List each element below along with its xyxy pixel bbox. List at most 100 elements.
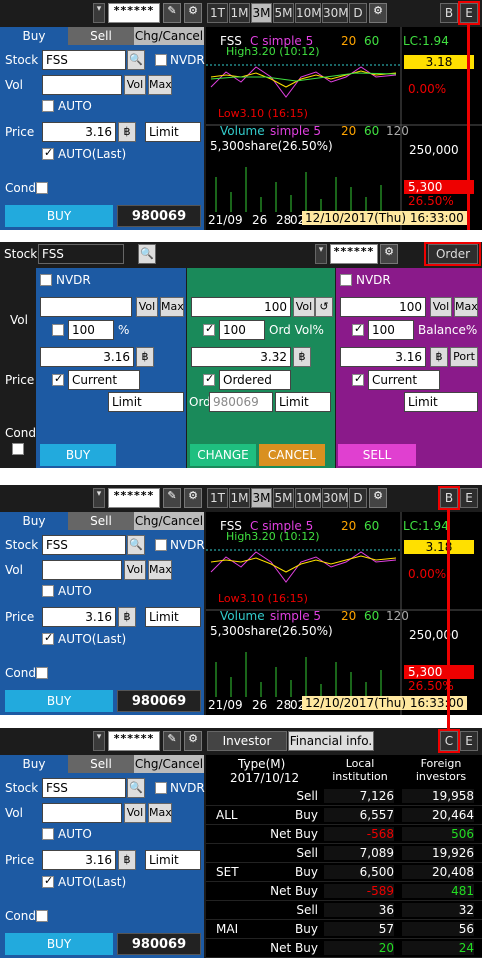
tf-d[interactable]: D <box>349 488 367 508</box>
search-icon[interactable]: 🔍 <box>127 778 145 798</box>
tab-chg-cancel[interactable]: Chg/Cancel <box>134 27 204 45</box>
tf-1t[interactable]: 1T <box>207 3 228 23</box>
password-field[interactable]: ****** <box>108 731 160 751</box>
cancel-button[interactable]: CANCEL <box>259 444 325 466</box>
auto-checkbox[interactable] <box>42 100 54 112</box>
settings-icon[interactable]: ⚙ <box>369 3 387 23</box>
search-icon[interactable]: 🔍 <box>127 50 145 70</box>
tf-30m[interactable]: 30M <box>322 3 349 23</box>
tf-5m[interactable]: 5M <box>273 3 294 23</box>
baht-icon[interactable]: ฿ <box>118 607 136 627</box>
chg-price-input[interactable]: 3.32 <box>191 347 291 367</box>
buy-price-input[interactable]: 3.16 <box>40 347 134 367</box>
tab-buy[interactable]: Buy <box>0 27 68 45</box>
tab-chg-cancel[interactable]: Chg/Cancel <box>134 755 204 773</box>
max-button[interactable]: Max <box>148 560 172 580</box>
nvdr-checkbox[interactable] <box>340 274 352 286</box>
price-input[interactable]: 3.16 <box>42 607 116 627</box>
e-button[interactable]: E <box>460 488 478 508</box>
limit-select[interactable]: Limit <box>275 392 331 412</box>
buy-button[interactable]: BUY <box>5 933 113 955</box>
tf-1m[interactable]: 1M <box>229 3 250 23</box>
tf-d[interactable]: D <box>349 3 367 23</box>
limit-select[interactable]: Limit <box>145 850 201 870</box>
chevron-down-icon[interactable]: ▾ <box>315 244 327 264</box>
vol-button[interactable]: Vol <box>293 297 315 317</box>
sell-vol-input[interactable]: 100 <box>340 297 426 317</box>
price-input[interactable]: 3.16 <box>42 122 116 142</box>
tab-chg-cancel[interactable]: Chg/Cancel <box>134 512 204 530</box>
port-button[interactable]: Port <box>450 347 478 367</box>
ordered-select[interactable]: Ordered <box>219 370 291 390</box>
limit-select[interactable]: Limit <box>145 607 201 627</box>
vol-button[interactable]: Vol <box>124 560 146 580</box>
nvdr-checkbox[interactable] <box>155 54 167 66</box>
buy-button[interactable]: BUY <box>40 444 116 466</box>
limit-select[interactable]: Limit <box>145 122 201 142</box>
cond-checkbox[interactable] <box>12 443 24 455</box>
vol-button[interactable]: Vol <box>430 297 452 317</box>
e-button[interactable]: E <box>460 731 478 751</box>
auto-last-checkbox[interactable] <box>42 631 54 645</box>
nvdr-checkbox[interactable] <box>40 274 52 286</box>
chg-vol-input[interactable]: 100 <box>191 297 291 317</box>
baht-icon[interactable]: ฿ <box>118 122 136 142</box>
password-field[interactable]: ****** <box>108 488 160 508</box>
sell-button[interactable]: SELL <box>338 444 416 466</box>
vol-input[interactable] <box>42 560 122 580</box>
tab-buy[interactable]: Buy <box>0 512 68 530</box>
stock-input[interactable]: FSS <box>42 778 126 798</box>
vol-button[interactable]: Vol <box>124 75 146 95</box>
tab-sell[interactable]: Sell <box>68 27 134 45</box>
password-field[interactable]: ****** <box>108 3 160 23</box>
auto-last-checkbox[interactable] <box>42 146 54 160</box>
tab-investor[interactable]: Investor <box>207 731 287 751</box>
auto-checkbox[interactable] <box>42 828 54 840</box>
refresh-icon[interactable]: ↺ <box>315 297 333 317</box>
sell-price-input[interactable]: 3.16 <box>340 347 426 367</box>
vol-button[interactable]: Vol <box>124 803 146 823</box>
tf-1m[interactable]: 1M <box>229 488 250 508</box>
tab-sell[interactable]: Sell <box>68 755 134 773</box>
vol-input[interactable] <box>42 75 122 95</box>
limit-select[interactable]: Limit <box>404 392 478 412</box>
current-select[interactable]: Current <box>368 370 440 390</box>
pct-checkbox[interactable] <box>52 324 64 336</box>
tf-3m[interactable]: 3M <box>251 3 272 23</box>
tf-5m[interactable]: 5M <box>273 488 294 508</box>
buy-button[interactable]: BUY <box>5 205 113 227</box>
buy-button[interactable]: BUY <box>5 690 113 712</box>
auto-checkbox[interactable] <box>42 585 54 597</box>
nvdr-checkbox[interactable] <box>155 782 167 794</box>
tf-3m[interactable]: 3M <box>251 488 272 508</box>
auto-last-checkbox[interactable] <box>42 874 54 888</box>
vol-button[interactable]: Vol <box>136 297 158 317</box>
max-button[interactable]: Max <box>160 297 184 317</box>
tab-sell[interactable]: Sell <box>68 512 134 530</box>
chevron-down-icon[interactable]: ▾ <box>93 3 105 23</box>
password-field[interactable]: ****** <box>330 244 378 264</box>
gear-icon[interactable]: ⚙ <box>184 488 202 508</box>
current-checkbox[interactable] <box>52 372 64 386</box>
baht-icon[interactable]: ฿ <box>430 347 448 367</box>
limit-select[interactable]: Limit <box>108 392 184 412</box>
chevron-down-icon[interactable]: ▾ <box>93 731 105 751</box>
b-button[interactable]: B <box>440 3 458 23</box>
max-button[interactable]: Max <box>148 803 172 823</box>
ord-vol-checkbox[interactable] <box>203 322 215 336</box>
tf-10m[interactable]: 10M <box>295 3 322 23</box>
ordered-checkbox[interactable] <box>203 372 215 386</box>
change-button[interactable]: CHANGE <box>190 444 256 466</box>
nvdr-checkbox[interactable] <box>155 539 167 551</box>
chevron-down-icon[interactable]: ▾ <box>93 488 105 508</box>
gear-icon[interactable]: ⚙ <box>184 3 202 23</box>
settings-icon[interactable]: ⚙ <box>369 488 387 508</box>
gear-icon[interactable]: ⚙ <box>184 731 202 751</box>
search-icon[interactable]: 🔍 <box>138 244 156 264</box>
max-button[interactable]: Max <box>148 75 172 95</box>
baht-icon[interactable]: ฿ <box>118 850 136 870</box>
tf-30m[interactable]: 30M <box>322 488 349 508</box>
balance-select[interactable]: 100 <box>368 320 414 340</box>
pct-select[interactable]: 100 <box>68 320 114 340</box>
current-checkbox[interactable] <box>352 372 364 386</box>
